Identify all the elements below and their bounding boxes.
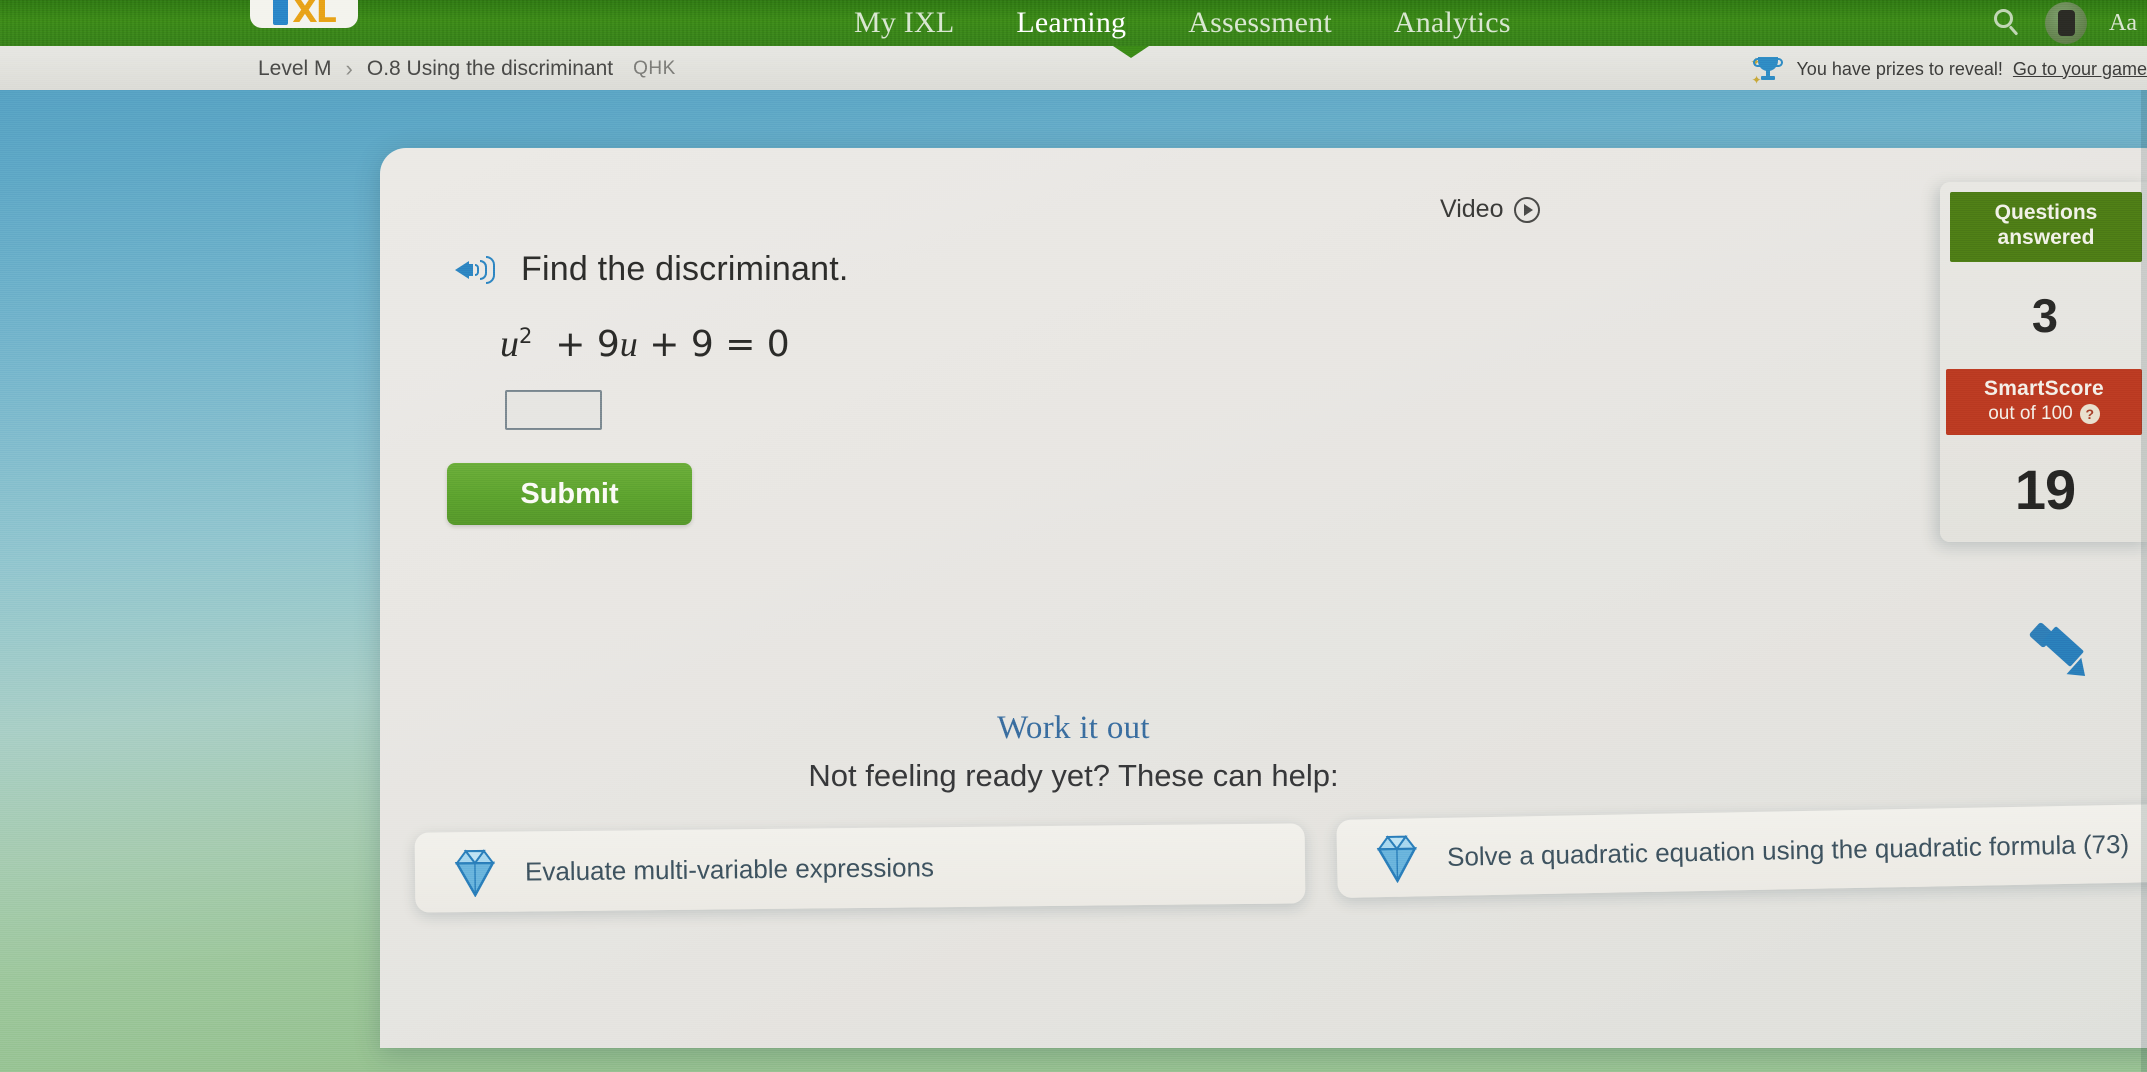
smartscore-label: SmartScore xyxy=(1984,376,2104,400)
user-name-label: Aa xyxy=(2109,9,2137,36)
logo-i-mark xyxy=(273,0,289,25)
nav-item-learning[interactable]: Learning xyxy=(1016,6,1126,40)
help-card[interactable]: Solve a quadratic equation using the qua… xyxy=(1336,804,2147,898)
prizes-link[interactable]: Go to your game xyxy=(2013,59,2147,80)
ixl-practice-screen: XL My IXL Learning Assessment Analytics … xyxy=(0,0,2147,1072)
questions-answered-label-line1: Questions xyxy=(1994,201,2098,224)
smartscore-sub-row: out of 100 ? xyxy=(1950,403,2138,425)
breadcrumb-bar: Level M › O.8 Using the discriminant QHK… xyxy=(0,46,2147,90)
logo-xl-text: XL xyxy=(292,0,337,28)
questions-answered-badge: Questions answered xyxy=(1950,192,2142,262)
smartscore-badge: SmartScore out of 100 ? xyxy=(1946,368,2142,435)
questions-answered-label-line2: answered xyxy=(1997,225,2095,249)
help-card[interactable]: Evaluate multi-variable expressions xyxy=(414,823,1306,913)
nav-item-analytics[interactable]: Analytics xyxy=(1394,6,1511,40)
trophy-icon: ✦ ✦ xyxy=(1750,55,1786,87)
search-icon[interactable] xyxy=(1993,8,2023,38)
top-navigation-bar: XL My IXL Learning Assessment Analytics … xyxy=(0,0,2147,46)
nav-item-my-ixl[interactable]: My IXL xyxy=(854,6,954,40)
screen-edge xyxy=(2141,90,2147,1072)
smartscore-sub: out of 100 xyxy=(1988,402,2073,424)
help-card-label: Solve a quadratic equation using the qua… xyxy=(1446,828,2130,872)
help-card-label: Evaluate multi-variable expressions xyxy=(524,851,935,887)
breadcrumb-skill: O.8 Using the discriminant xyxy=(366,57,614,80)
chevron-right-icon: › xyxy=(345,56,353,81)
ixl-logo[interactable]: XL xyxy=(250,0,358,28)
primary-nav: My IXL Learning Assessment Analytics xyxy=(854,0,1511,46)
nav-item-assessment[interactable]: Assessment xyxy=(1188,6,1332,40)
prizes-banner[interactable]: ✦ ✦ You have prizes to reveal! Go to you… xyxy=(1750,55,2147,87)
nav-right-group: Aa xyxy=(1993,0,2137,46)
help-cards: Evaluate multi-variable expressions Solv… xyxy=(0,0,2147,1072)
smartscore-value: 19 xyxy=(2014,457,2076,521)
questions-answered-value: 3 xyxy=(2031,288,2059,342)
gem-icon xyxy=(449,847,502,898)
help-icon[interactable]: ? xyxy=(2079,403,2100,424)
pencil-icon[interactable] xyxy=(2028,620,2096,686)
breadcrumb-level[interactable]: Level M xyxy=(258,57,332,81)
prizes-text: You have prizes to reveal! xyxy=(1796,58,2003,79)
gem-icon xyxy=(1371,832,1424,884)
skill-code: QHK xyxy=(633,58,676,79)
score-panel: Questions answered 3 SmartScore out of 1… xyxy=(1940,182,2147,542)
active-tab-indicator xyxy=(1113,46,1149,58)
avatar[interactable] xyxy=(2045,2,2088,44)
breadcrumb: Level M › O.8 Using the discriminant QHK xyxy=(258,56,676,82)
